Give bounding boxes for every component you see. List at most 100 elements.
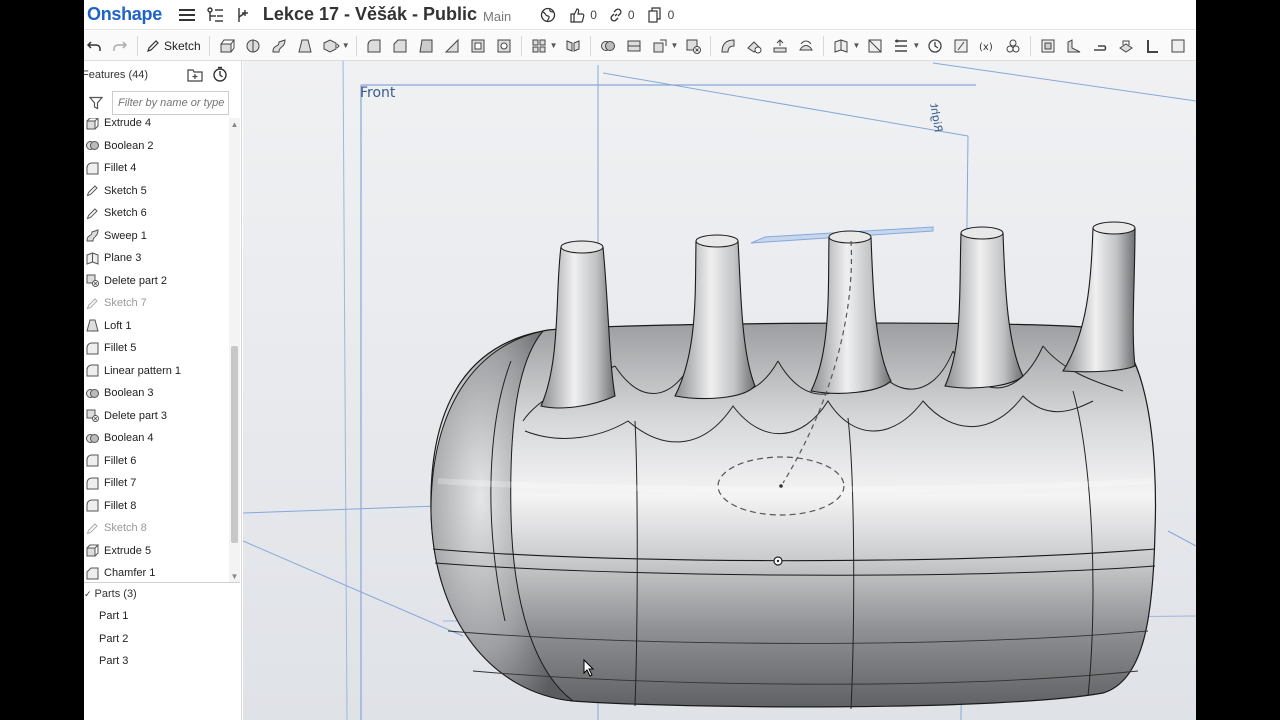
rib-tool-icon[interactable]	[442, 36, 462, 56]
link-stat[interactable]: 0	[609, 8, 635, 22]
feature-item[interactable]: Linear pattern 1	[84, 360, 229, 383]
corner-tool-icon[interactable]	[1142, 36, 1162, 56]
revolve-tool-icon[interactable]	[243, 36, 263, 56]
filter-funnel-icon[interactable]	[88, 96, 104, 115]
hook-2[interactable]	[674, 234, 756, 400]
feature-item[interactable]: Sweep 1	[84, 225, 229, 248]
branch-icon[interactable]	[231, 4, 253, 26]
delete-part-tool-icon[interactable]	[683, 36, 703, 56]
origin-point[interactable]	[773, 556, 783, 566]
transform-tool-icon[interactable]	[650, 36, 670, 56]
feature-item[interactable]: Fillet 5	[84, 337, 229, 360]
extrude-tool-icon[interactable]	[217, 36, 237, 56]
document-title[interactable]: Lekce 17 - Věšák - Public	[263, 4, 477, 25]
add-folder-icon[interactable]	[187, 67, 203, 85]
feature-item[interactable]: Delete part 2	[84, 270, 229, 293]
draft-tool-icon[interactable]	[416, 36, 436, 56]
modify-fillet-tool-icon[interactable]	[718, 36, 738, 56]
feature-item[interactable]: Boolean 4	[84, 427, 229, 450]
hook-5[interactable]	[1062, 221, 1136, 373]
parts-header[interactable]: ✓ Parts (3)	[84, 583, 240, 605]
redo-icon[interactable]	[110, 36, 130, 56]
custom-features-icon[interactable]	[1003, 36, 1023, 56]
dropdown-caret-icon[interactable]: ▼	[852, 41, 860, 50]
chamfer-tool-icon[interactable]	[390, 36, 410, 56]
chevron-down-icon[interactable]: ✓	[84, 589, 92, 600]
toolbar-divider	[1030, 35, 1032, 56]
feature-item[interactable]: Chamfer 1	[84, 562, 229, 583]
tab-tool-icon[interactable]	[1116, 36, 1136, 56]
feature-item[interactable]: Fillet 4	[84, 157, 229, 180]
versions-history-icon[interactable]	[204, 4, 226, 26]
hamburger-menu-icon[interactable]	[176, 4, 198, 26]
sketch-icon	[86, 184, 99, 197]
hole-tool-icon[interactable]	[494, 36, 514, 56]
feature-item[interactable]: Boolean 3	[84, 382, 229, 405]
sketch-button[interactable]: Sketch	[142, 35, 205, 57]
feature-item[interactable]: Extrude 4	[84, 118, 229, 135]
thicken-tool-icon[interactable]	[321, 36, 341, 56]
plane-tool-icon[interactable]	[831, 36, 851, 56]
pattern-tool-icon[interactable]	[529, 36, 549, 56]
feature-item[interactable]: Fillet 7	[84, 472, 229, 495]
like-stat[interactable]: 0	[569, 7, 597, 23]
hook-3[interactable]	[810, 230, 892, 394]
hem-tool-icon[interactable]	[1090, 36, 1110, 56]
section-view-tool-icon[interactable]	[951, 36, 971, 56]
feature-item[interactable]: Plane 3	[84, 247, 229, 270]
part-item[interactable]: Part 1	[84, 605, 240, 628]
undo-icon[interactable]	[84, 36, 104, 56]
bend-relief-tool-icon[interactable]	[1168, 36, 1188, 56]
feature-list-scrollbar[interactable]: ▲ ▼	[229, 118, 240, 583]
fillet-tool-icon[interactable]	[364, 36, 384, 56]
features-header: Features (44)	[84, 61, 241, 88]
move-face-tool-icon[interactable]	[770, 36, 790, 56]
hook-1[interactable]	[540, 240, 616, 409]
feature-label: Linear pattern 1	[104, 364, 182, 377]
loft-tool-icon[interactable]	[295, 36, 315, 56]
feature-item[interactable]: Extrude 5	[84, 540, 229, 563]
scrollbar-thumb[interactable]	[231, 346, 238, 543]
hanger-body-part[interactable]	[430, 322, 1157, 710]
graphics-viewport[interactable]: Front Right	[243, 61, 1196, 720]
globe-icon[interactable]	[537, 4, 559, 26]
boolean-tool-icon[interactable]	[598, 36, 618, 56]
feature-filter-input[interactable]	[112, 91, 229, 115]
onshape-app: Onshape Lekce 17 - Věšák - Public Main 0…	[84, 0, 1196, 720]
replace-face-tool-icon[interactable]	[796, 36, 816, 56]
feature-item[interactable]: Fillet 6	[84, 450, 229, 473]
hook-4[interactable]	[944, 226, 1024, 389]
feature-item[interactable]: Delete part 3	[84, 405, 229, 428]
split-tool-icon[interactable]	[624, 36, 644, 56]
part-item[interactable]: Part 2	[84, 628, 240, 651]
feature-item[interactable]: Fillet 8	[84, 495, 229, 518]
feature-item[interactable]: Sketch 8	[84, 517, 229, 540]
feature-item[interactable]: Sketch 7	[84, 292, 229, 315]
shell-tool-icon[interactable]	[468, 36, 488, 56]
scroll-down-icon[interactable]: ▼	[230, 572, 239, 581]
feature-item[interactable]: Sketch 5	[84, 180, 229, 203]
part-item[interactable]: Part 3	[84, 650, 240, 673]
variable-tool-icon[interactable]: (x)	[977, 36, 997, 56]
dropdown-caret-icon[interactable]: ▼	[342, 41, 350, 50]
copy-stat[interactable]: 0	[647, 6, 674, 23]
dropdown-caret-icon[interactable]: ▼	[671, 41, 679, 50]
rollback-timer-icon[interactable]	[212, 66, 228, 85]
dropdown-caret-icon[interactable]: ▼	[912, 41, 920, 50]
measure-tool-icon[interactable]	[925, 36, 945, 56]
onshape-logo[interactable]: Onshape	[87, 4, 162, 25]
feature-item[interactable]: Loft 1	[84, 315, 229, 338]
3d-scene[interactable]	[243, 61, 1196, 720]
helix-tool-icon[interactable]	[891, 36, 911, 56]
sheet-metal-tool-icon[interactable]	[1038, 36, 1058, 56]
sweep-tool-icon[interactable]	[269, 36, 289, 56]
dropdown-caret-icon[interactable]: ▼	[550, 41, 558, 50]
front-plane-label[interactable]: Front	[360, 85, 395, 101]
flange-tool-icon[interactable]	[1064, 36, 1084, 56]
feature-item[interactable]: Sketch 6	[84, 202, 229, 225]
feature-item[interactable]: Boolean 2	[84, 135, 229, 158]
delete-face-tool-icon[interactable]	[744, 36, 764, 56]
scroll-up-icon[interactable]: ▲	[230, 120, 239, 129]
mirror-tool-icon[interactable]	[563, 36, 583, 56]
mate-connector-tool-icon[interactable]	[865, 36, 885, 56]
